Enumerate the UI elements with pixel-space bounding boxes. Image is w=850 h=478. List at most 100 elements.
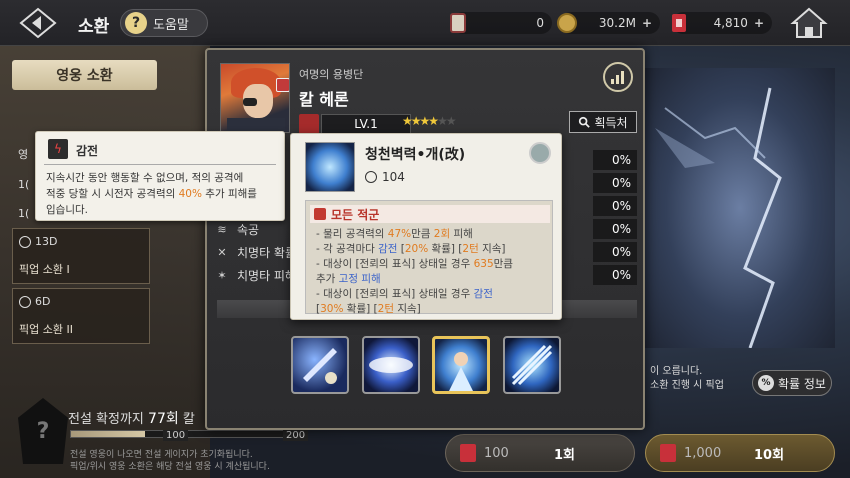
- card-timer-text: 13D: [35, 235, 58, 248]
- left-fragment-3: 1(: [18, 207, 30, 220]
- text: 적중 당할 시 시전자 공격력의: [46, 188, 179, 200]
- effect-line-4: 추가 고정 피해: [316, 273, 381, 285]
- summon-1-button[interactable]: 100 1회: [445, 434, 635, 472]
- shock-desc-line-1: 지속시간 동안 행동할 수 없으며, 적의 공격에: [46, 172, 244, 184]
- shock-tooltip: ϟ 감전 지속시간 동안 행동할 수 없으며, 적의 공격에 적중 당할 시 시…: [35, 131, 285, 221]
- text: 추가 피해를: [201, 188, 257, 200]
- currency-card-value: 0: [536, 16, 544, 30]
- clock-icon: [19, 295, 31, 308]
- clock-icon: [19, 235, 31, 248]
- stat-value: 0%: [593, 173, 637, 193]
- hero-portrait: [220, 63, 290, 133]
- home-button[interactable]: [790, 6, 828, 40]
- page-title: 소환: [78, 17, 110, 37]
- probability-info-button[interactable]: % 확률 정보: [752, 370, 832, 396]
- right-info-line-1: 이 오릅니다.: [650, 366, 703, 377]
- gold-coin-icon: [557, 13, 577, 33]
- shock-title: 감전: [76, 144, 99, 158]
- effect-line-3: - 대상이 [전뢰의 표식] 상태일 경우 635만큼: [316, 258, 513, 270]
- skill-target: 모든 적군: [310, 205, 550, 223]
- bar-chart-icon: [611, 71, 624, 84]
- right-info-text: 이 오릅니다. 소환 진행 시 픽업: [650, 365, 724, 393]
- back-arrow-icon: [19, 7, 57, 39]
- effect-line-2: - 각 공격마다 감전 [20% 확률] [2턴 지속]: [316, 243, 506, 255]
- currency-ticket-value: 4,810: [713, 16, 748, 30]
- percent-icon: %: [758, 375, 774, 391]
- stat-value: 0%: [593, 219, 637, 239]
- currency-card: 0: [450, 12, 552, 34]
- left-fragment-1: 영: [18, 148, 29, 161]
- star-empty-icon: ★: [445, 114, 457, 128]
- shock-description: 지속시간 동안 행동할 수 없으며, 적의 공격에 적중 당할 시 시전자 공격…: [46, 170, 281, 218]
- card-label: 픽업 소환 I: [19, 263, 70, 276]
- legend-label: 전설 확정까지: [68, 412, 144, 427]
- hero-group: 여명의 용병단: [299, 68, 364, 81]
- summon-10-button[interactable]: 1,000 10회: [645, 434, 835, 472]
- element-badge-icon: [276, 78, 289, 92]
- search-icon: [579, 116, 591, 128]
- currency-ticket: 4,810 +: [672, 12, 772, 34]
- tick-100: 100: [163, 430, 189, 441]
- stat-label: 치명타 피해: [237, 268, 297, 283]
- star-filled-icon: ★: [419, 114, 431, 128]
- skill-4-icon[interactable]: [503, 336, 561, 394]
- level-display: LV.1: [321, 114, 411, 134]
- pickup-card-2[interactable]: 6D 픽업 소환 II: [12, 288, 150, 344]
- effect-line-6: [30% 확률] [2턴 지속]: [316, 303, 421, 315]
- crit-dmg-icon: ✶: [217, 268, 227, 282]
- effect-line-5: - 대상이 [전뢰의 표식] 상태일 경우 감전: [316, 288, 493, 300]
- skill-2-icon[interactable]: [362, 336, 420, 394]
- tab-hero-summon[interactable]: 영웅 소환: [12, 60, 157, 90]
- stat-value: 0%: [593, 150, 637, 170]
- summon-1-cost: 100: [484, 445, 509, 461]
- currency-gold-value: 30.2M: [598, 16, 636, 30]
- legend-note-2: 픽업/위시 영웅 소환은 해당 전설 영웅 시 계산됩니다.: [70, 462, 270, 472]
- skill-effect-box: 모든 적군 - 물리 공격력의 47%만큼 2회 피해 - 각 공격마다 감전 …: [305, 200, 553, 317]
- skill-effect-lines: - 물리 공격력의 47%만큼 2회 피해 - 각 공격마다 감전 [20% 확…: [316, 227, 548, 317]
- star-filled-icon: ★: [410, 114, 422, 128]
- skill-1-icon[interactable]: [291, 336, 349, 394]
- top-bar: 소환 ? 도움말 0 30.2M + 4,810 +: [0, 0, 850, 46]
- lightning-icon: ϟ: [48, 139, 68, 159]
- skill-upgrade-gear-icon[interactable]: [529, 142, 551, 164]
- right-info-line-2: 소환 진행 시 픽업: [650, 380, 724, 391]
- question-icon: ?: [125, 12, 147, 34]
- star-empty-icon: ★: [437, 114, 448, 128]
- help-button[interactable]: ? 도움말: [120, 9, 208, 37]
- hero-name: 칼 헤론: [299, 90, 349, 109]
- card-timer: 6D: [19, 295, 50, 308]
- probability-label: 확률 정보: [778, 376, 826, 391]
- legend-counter: 전설 확정까지 77회 칼: [68, 408, 195, 428]
- tick-200: 200: [283, 430, 309, 441]
- stats-chart-button[interactable]: [603, 62, 633, 92]
- summon-10-label: 10회: [754, 447, 785, 463]
- lightning-artwork: [655, 87, 782, 348]
- help-label: 도움말: [153, 17, 189, 33]
- summon-1-label: 1회: [554, 447, 576, 463]
- stat-label: 속공: [237, 222, 260, 237]
- star-filled-icon: ★: [428, 114, 439, 128]
- effect-line-1: - 물리 공격력의 47%만큼 2회 피해: [316, 228, 473, 240]
- gold-plus-button[interactable]: +: [642, 16, 652, 30]
- stat-value: 0%: [593, 242, 637, 262]
- ticket-icon: [660, 444, 676, 462]
- left-fragment-2: 1(: [18, 178, 30, 191]
- crit-icon: ✕: [217, 245, 227, 259]
- summon-10-cost: 1,000: [684, 445, 722, 461]
- shock-desc-line-3: 입습니다.: [46, 204, 88, 216]
- pickup-card-1[interactable]: 13D 픽업 소환 I: [12, 228, 150, 284]
- skill-3-icon-selected[interactable]: [432, 336, 490, 394]
- currency-gold: 30.2M +: [557, 12, 660, 34]
- ticket-plus-button[interactable]: +: [754, 16, 764, 30]
- home-icon: [790, 7, 828, 38]
- stat-label: 치명타 확률: [237, 245, 297, 260]
- target-icon: [314, 208, 326, 220]
- legend-count: 77회: [148, 411, 179, 427]
- skill-name: 청천벽력•개(改): [365, 147, 466, 163]
- card-label: 픽업 소환 II: [19, 323, 73, 336]
- back-button[interactable]: [18, 6, 58, 40]
- cooldown-clock-icon: [365, 171, 377, 183]
- card-timer-text: 6D: [35, 295, 51, 308]
- acquire-source-button[interactable]: 획득처: [569, 111, 637, 133]
- stat-value: 0%: [593, 196, 637, 216]
